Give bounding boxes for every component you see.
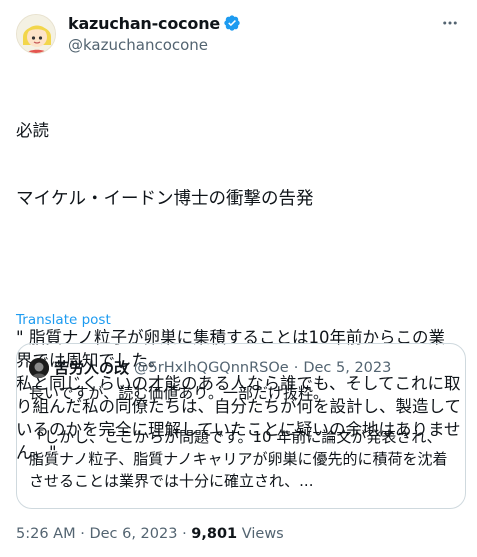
- quoted-author-name[interactable]: 苦労人の改: [54, 357, 129, 378]
- more-options-icon[interactable]: [439, 12, 461, 34]
- footer-separator-2: ·: [182, 526, 187, 542]
- author-avatar[interactable]: [16, 14, 56, 54]
- quoted-post-header: 苦労人の改 @5rHxIhQGQnnRSOe · Dec 5, 2023: [29, 357, 391, 378]
- verified-badge-icon: [224, 15, 240, 31]
- views-count: 9,801: [191, 526, 238, 542]
- translate-post-link[interactable]: Translate post: [16, 312, 111, 328]
- quoted-separator: ·: [293, 359, 299, 376]
- post-date[interactable]: Dec 6, 2023: [89, 526, 177, 542]
- post-line-2: マイケル・イードン博士の衝撃の告発: [16, 189, 314, 209]
- views-label: Views: [241, 526, 284, 542]
- footer-separator: ·: [80, 526, 85, 542]
- post-footer: 5:26 AM · Dec 6, 2023 · 9,801 Views: [16, 526, 284, 542]
- post-header: kazuchan-cocone @kazuchancocone: [16, 10, 461, 58]
- quoted-post-text: 長いですが、読む価値あり。一部だけ抜粋。 「しかし、ここからが問題です。10 年…: [29, 384, 448, 490]
- quoted-author-handle[interactable]: @5rHxIhQGQnnRSOe: [134, 360, 289, 376]
- post-line-1: 必読: [16, 121, 49, 140]
- quoted-author-avatar: [29, 357, 49, 378]
- quoted-post[interactable]: 苦労人の改 @5rHxIhQGQnnRSOe · Dec 5, 2023 長いで…: [16, 343, 466, 509]
- author-handle[interactable]: @kazuchancocone: [68, 36, 241, 54]
- author-display-name[interactable]: kazuchan-cocone: [68, 14, 220, 33]
- quoted-date[interactable]: Dec 5, 2023: [303, 360, 391, 376]
- post-time[interactable]: 5:26 AM: [16, 526, 76, 542]
